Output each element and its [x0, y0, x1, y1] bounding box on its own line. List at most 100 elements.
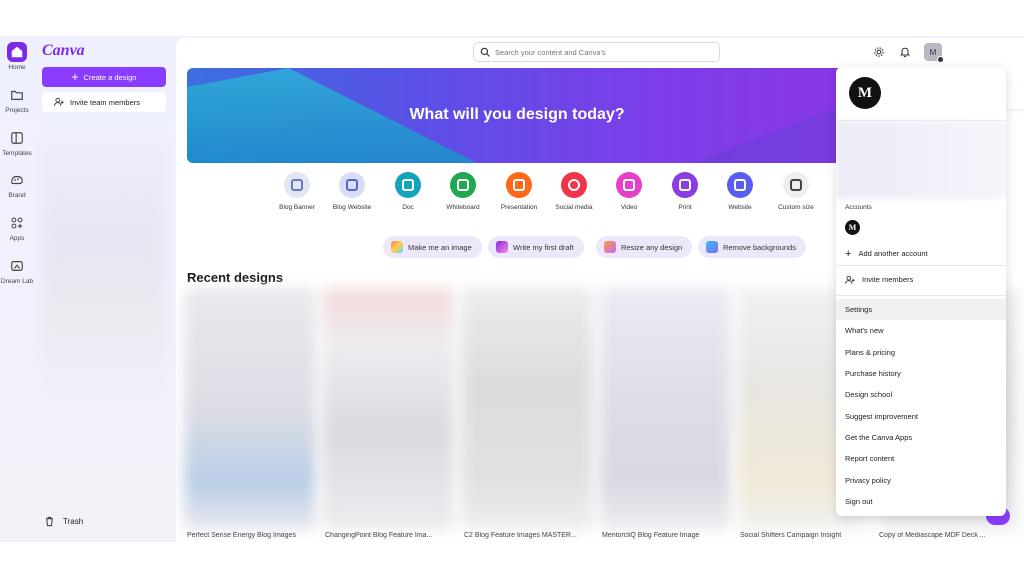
invite-members-button[interactable]: Invite members: [836, 269, 1006, 290]
recent-designs-heading: Recent designs: [187, 270, 284, 285]
design-type-label: Doc: [402, 204, 414, 211]
rail-item-apps[interactable]: Apps: [0, 213, 34, 242]
chip-label: Write my first draft: [513, 242, 574, 252]
add-account-button[interactable]: + Add another account: [836, 243, 1006, 264]
add-account-label: Add another account: [858, 249, 928, 258]
gear-icon: [874, 47, 884, 57]
hero-banner: What will you design today?: [187, 68, 847, 163]
menu-item-sign-out[interactable]: Sign out: [836, 491, 1006, 512]
design-type-presentation[interactable]: Presentation: [491, 172, 547, 211]
whiteboard-icon: [450, 172, 476, 198]
menu-item-get-apps[interactable]: Get the Canva Apps: [836, 427, 1006, 448]
design-type-label: Blog Banner: [279, 204, 315, 211]
blog-banner-icon: [284, 172, 310, 198]
design-type-label: Whiteboard: [446, 204, 480, 211]
search-bar[interactable]: [473, 42, 720, 62]
design-type-label: Social media: [555, 204, 593, 211]
settings-button[interactable]: [871, 44, 887, 60]
design-type-doc[interactable]: Doc: [380, 172, 436, 211]
design-type-whiteboard[interactable]: Whiteboard: [435, 172, 491, 211]
apps-icon: [7, 213, 27, 233]
menu-item-design-school[interactable]: Design school: [836, 384, 1006, 405]
menu-item-purchase-history[interactable]: Purchase history: [836, 363, 1006, 384]
notifications-button[interactable]: [897, 44, 913, 60]
design-thumbnail[interactable]: [322, 288, 454, 530]
video-icon: [616, 172, 642, 198]
account-menu-header: M: [836, 67, 1006, 121]
side-card: [1008, 250, 1024, 276]
menu-item-privacy-policy[interactable]: Privacy policy: [836, 470, 1006, 491]
canva-logo[interactable]: Canva: [42, 42, 85, 60]
chip-remove-backgrounds[interactable]: Remove backgrounds: [698, 236, 806, 258]
remove-background-icon: [706, 241, 718, 253]
rail-item-projects[interactable]: Projects: [0, 85, 34, 114]
design-type-custom-size[interactable]: Custom size: [768, 172, 824, 211]
blurred-sidebar-content: [42, 124, 166, 404]
trash-button[interactable]: Trash: [44, 516, 83, 527]
design-type-label: Presentation: [500, 204, 538, 211]
menu-item-whats-new[interactable]: What's new: [836, 320, 1006, 341]
blog-website-icon: [339, 172, 365, 198]
pencil-icon: [496, 241, 508, 253]
design-type-label: Video: [620, 204, 638, 211]
menu-item-plans-pricing[interactable]: Plans & pricing: [836, 342, 1006, 363]
left-rail: Home Projects Templates Brand Apps Dream…: [0, 36, 34, 542]
accounts-label: Accounts: [845, 204, 872, 211]
rail-label: Dream Lab: [0, 278, 34, 285]
chip-make-image[interactable]: Make me an image: [383, 236, 482, 258]
rail-label: Apps: [9, 235, 25, 242]
rail-item-home[interactable]: Home: [0, 42, 34, 71]
design-type-blog-banner[interactable]: Blog Banner: [269, 172, 325, 211]
rail-item-brand[interactable]: Brand: [0, 170, 34, 199]
design-title[interactable]: ChangingPoint Blog Feature Ima...: [325, 532, 457, 539]
custom-size-icon: [783, 172, 809, 198]
avatar-status-dot: [937, 56, 944, 63]
rail-label: Projects: [5, 107, 29, 114]
rail-item-dream-lab[interactable]: Dream Lab: [0, 256, 34, 285]
create-design-button[interactable]: + Create a design: [42, 67, 166, 87]
side-panel: Canva + Create a design Invite team memb…: [34, 36, 174, 542]
side-card: [1006, 83, 1024, 109]
rail-label: Brand: [8, 192, 26, 199]
account-menu: M Accounts M + Add another account Invit…: [836, 67, 1006, 516]
design-type-video[interactable]: Video: [601, 172, 657, 211]
templates-icon: [7, 128, 27, 148]
design-thumbnail[interactable]: [184, 288, 316, 530]
design-type-label: Website: [728, 204, 752, 211]
invite-people-icon: [845, 275, 855, 284]
design-type-social-media[interactable]: Social media: [546, 172, 602, 211]
search-input[interactable]: [495, 47, 705, 57]
chip-write-draft[interactable]: Write my first draft: [488, 236, 584, 258]
design-title[interactable]: MentorcliQ Blog Feature Image: [602, 532, 734, 539]
search-icon: [480, 47, 490, 57]
menu-item-report-content[interactable]: Report content: [836, 448, 1006, 469]
design-type-website[interactable]: Website: [712, 172, 768, 211]
design-title[interactable]: Perfect Sense Energy Blog Images: [187, 532, 319, 539]
invite-people-icon: [54, 97, 64, 106]
bell-icon: [899, 47, 911, 58]
resize-icon: [604, 241, 616, 253]
design-thumbnail[interactable]: [461, 288, 593, 530]
rail-item-templates[interactable]: Templates: [0, 128, 34, 157]
account-avatar[interactable]: M: [849, 77, 881, 109]
avatar-initial: M: [929, 47, 937, 57]
invite-team-button[interactable]: Invite team members: [42, 92, 166, 112]
social-media-icon: [561, 172, 587, 198]
home-icon: [7, 42, 27, 62]
rainbow-icon: [391, 241, 403, 253]
menu-item-suggest-improvement[interactable]: Suggest improvement: [836, 406, 1006, 427]
divider: [836, 265, 1006, 266]
design-title[interactable]: Social Shifters Campaign Insight: [740, 532, 872, 539]
design-title[interactable]: Copy of Mediascape MDF Deck ...: [879, 532, 1011, 539]
design-thumbnail[interactable]: [599, 288, 731, 530]
account-switch-avatar[interactable]: M: [845, 220, 860, 235]
menu-item-settings[interactable]: Settings: [836, 299, 1006, 320]
design-type-label: Custom size: [778, 204, 814, 211]
design-title[interactable]: C2 Blog Feature Images MASTER...: [464, 532, 596, 539]
design-type-print[interactable]: Print: [657, 172, 713, 211]
chip-resize-design[interactable]: Resize any design: [596, 236, 693, 258]
trash-label: Trash: [63, 517, 84, 526]
design-type-blog-website[interactable]: Blog Website: [324, 172, 380, 211]
rail-label: Templates: [2, 150, 32, 157]
account-avatar-button[interactable]: M: [924, 43, 944, 63]
